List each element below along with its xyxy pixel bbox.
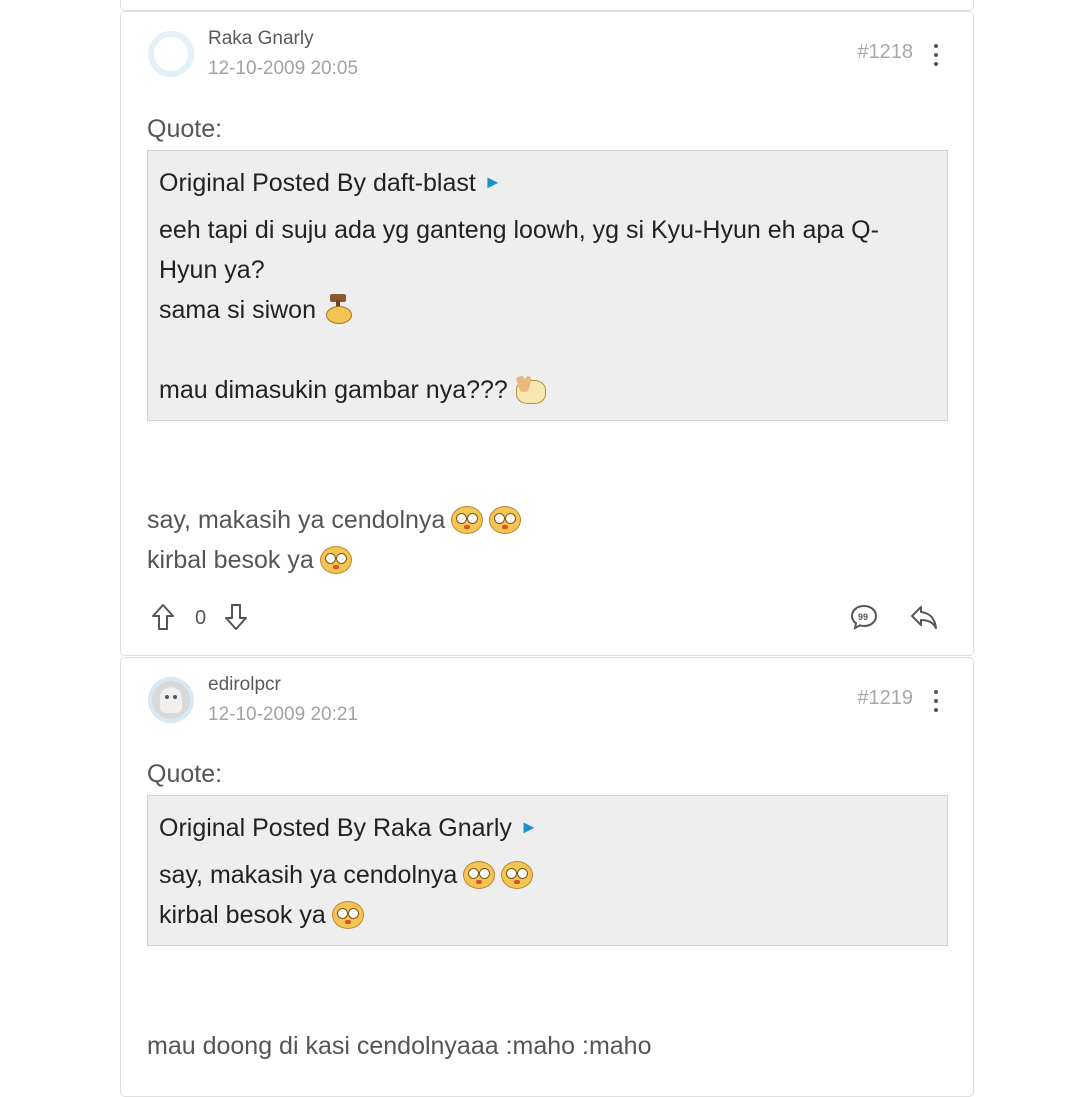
post-body-text: say, makasih ya cendolnya: [147, 506, 446, 534]
quote-line: kirbal besok ya: [159, 895, 364, 935]
reply-icon[interactable]: [909, 603, 939, 636]
quote-line: mau dimasukin gambar nya???: [159, 370, 548, 410]
quote-line: Hyun ya?: [159, 256, 265, 284]
view-original-icon[interactable]: ►: [520, 817, 538, 837]
more-options-icon[interactable]: [929, 41, 943, 69]
blush-smiley-icon: [331, 901, 364, 929]
blush-smiley-icon: [463, 861, 496, 889]
svg-text:99: 99: [858, 612, 868, 622]
quote-source: Original Posted By daft-blast: [159, 169, 476, 197]
post-author[interactable]: edirolpcr: [208, 674, 281, 696]
quote-header: Original Posted By Raka Gnarly ►: [159, 807, 538, 848]
quote-reply-icon[interactable]: 99: [849, 603, 879, 636]
quote-label: Quote:: [147, 115, 223, 143]
post-body-line: kirbal besok ya: [147, 546, 352, 575]
quote-line: eeh tapi di suju ada yg ganteng loowh, y…: [159, 216, 879, 244]
more-options-icon[interactable]: [929, 687, 943, 715]
quote-block: Original Posted By Raka Gnarly ► say, mak…: [147, 795, 948, 946]
post-card: Raka Gnarly 12-10-2009 20:05 #1218 Quote…: [120, 11, 974, 656]
upvote-icon[interactable]: [151, 603, 175, 636]
vote-count: 0: [195, 607, 207, 629]
blush-smiley-icon: [501, 861, 534, 889]
post-actions: 0 99: [147, 603, 947, 635]
quote-line-text: say, makasih ya cendolnya: [159, 861, 458, 889]
quote-line: say, makasih ya cendolnya: [159, 855, 534, 895]
post-number[interactable]: #1218: [857, 41, 913, 64]
view-original-icon[interactable]: ►: [484, 172, 502, 192]
quote-line: sama si siwon: [159, 290, 354, 330]
quote-block: Original Posted By daft-blast ► eeh tapi …: [147, 150, 948, 421]
post-body-line: say, makasih ya cendolnya: [147, 506, 522, 535]
quote-header: Original Posted By daft-blast ►: [159, 162, 502, 203]
avatar[interactable]: [148, 31, 194, 77]
peace-smiley-icon: [514, 374, 548, 404]
quote-line-text: kirbal besok ya: [159, 901, 326, 929]
post-card: edirolpcr 12-10-2009 20:21 #1219 Quote: …: [120, 657, 974, 1097]
downvote-icon[interactable]: [224, 603, 248, 636]
quote-line-text: mau dimasukin gambar nya???: [159, 376, 508, 404]
quote-source: Original Posted By Raka Gnarly: [159, 814, 512, 842]
post-author[interactable]: Raka Gnarly: [208, 28, 314, 50]
previous-post-card: [120, 0, 974, 11]
post-body-text: kirbal besok ya: [147, 546, 314, 574]
quote-line-text: sama si siwon: [159, 296, 316, 324]
blush-smiley-icon: [489, 506, 522, 534]
post-timestamp: 12-10-2009 20:05: [208, 58, 359, 79]
blush-smiley-icon: [451, 506, 484, 534]
hammer-smiley-icon: [322, 294, 354, 324]
post-number[interactable]: #1219: [857, 687, 913, 710]
avatar[interactable]: [148, 677, 194, 723]
quote-label: Quote:: [147, 760, 223, 788]
post-timestamp: 12-10-2009 20:21: [208, 704, 359, 725]
post-body-line: mau doong di kasi cendolnyaaa :maho :mah…: [147, 1032, 652, 1060]
blush-smiley-icon: [319, 546, 352, 574]
